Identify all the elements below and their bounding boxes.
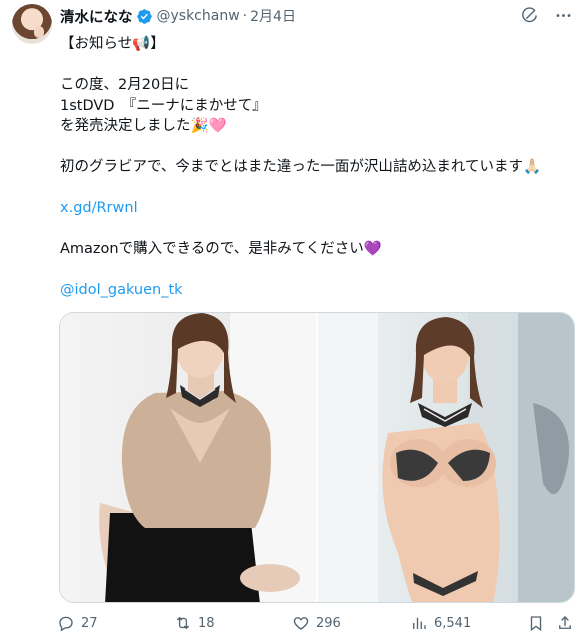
share-icon bbox=[559, 616, 571, 629]
release-decision-text: を発売決定しました🎉 bbox=[60, 118, 209, 134]
reply-button[interactable]: 27 bbox=[57, 614, 98, 632]
like-button[interactable]: 296 bbox=[292, 614, 341, 632]
amazon-line: Amazonで購入できるので、是非みてください💜 bbox=[60, 239, 575, 260]
purple-heart-emoji: 💜 bbox=[363, 241, 382, 257]
repost-button[interactable]: 18 bbox=[174, 614, 215, 632]
reply-icon bbox=[59, 616, 73, 632]
repost-icon bbox=[176, 616, 190, 630]
gravure-description-line: 初のグラビアで、今までとはまた違った一面が沢山詰め込まれています🙏🏻 bbox=[60, 159, 542, 175]
like-count: 296 bbox=[316, 615, 341, 631]
user-handle[interactable]: @yskchanw bbox=[157, 8, 240, 24]
bookmark-button[interactable] bbox=[527, 614, 545, 632]
grok-icon[interactable] bbox=[519, 5, 539, 25]
heart-emoji: 🩷 bbox=[208, 118, 227, 134]
photo-2[interactable] bbox=[318, 313, 574, 602]
more-icon[interactable] bbox=[553, 5, 573, 25]
product-link[interactable]: x.gd/Rrwnl bbox=[60, 198, 575, 219]
mention-link[interactable]: @idol_gakuen_tk bbox=[60, 280, 575, 301]
release-decision-line: を発売決定しました🎉🩷 bbox=[60, 116, 575, 137]
media-grid bbox=[59, 312, 575, 603]
display-name[interactable]: 清水になな bbox=[60, 6, 133, 27]
tweet-actions: 27 18 296 6,541 bbox=[57, 614, 577, 636]
views-icon bbox=[413, 617, 426, 629]
share-button[interactable] bbox=[556, 614, 574, 632]
tweet-header: 清水になな @yskchanw · 2月4日 bbox=[60, 5, 573, 27]
like-icon bbox=[293, 617, 309, 630]
reply-count: 27 bbox=[81, 615, 98, 631]
dvd-title-line: 1stDVD 『ニーナにまかせて』 bbox=[60, 97, 267, 114]
bookmark-icon bbox=[530, 616, 542, 632]
tweet-text: 【お知らせ📢】 この度、2月20日に 1stDVD 『ニーナにまかせて』 を発売… bbox=[60, 34, 575, 301]
verified-badge-icon bbox=[136, 8, 152, 24]
views-button[interactable]: 6,541 bbox=[410, 614, 471, 632]
repost-count: 18 bbox=[198, 615, 215, 631]
tweet-date[interactable]: 2月4日 bbox=[250, 6, 296, 26]
amazon-text: Amazonで購入できるので、是非みてください bbox=[60, 241, 364, 257]
photo-1[interactable] bbox=[60, 313, 316, 602]
views-count: 6,541 bbox=[434, 615, 472, 631]
release-date-line: この度、2月20日に bbox=[60, 77, 190, 93]
announcement-heading: 【お知らせ📢】 bbox=[60, 36, 165, 52]
avatar[interactable] bbox=[12, 4, 52, 44]
separator: · bbox=[242, 8, 248, 24]
